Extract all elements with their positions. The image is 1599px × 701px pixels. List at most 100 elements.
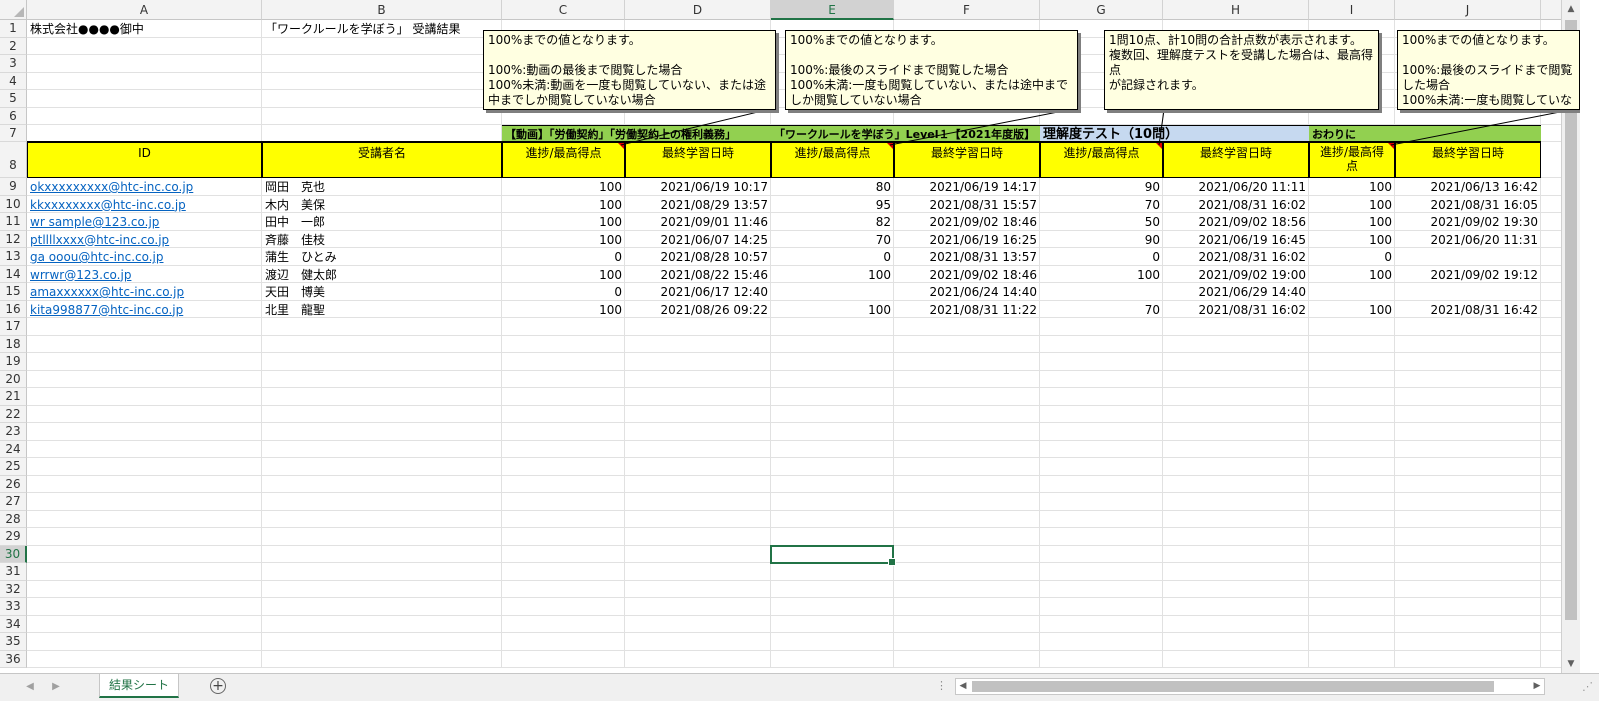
row-header-30[interactable]: 30 (0, 545, 27, 563)
row-header-23[interactable]: 23 (0, 423, 27, 441)
column-header-b[interactable]: B (262, 0, 502, 20)
record-cell-e[interactable]: 70 (771, 231, 894, 249)
row-header-4[interactable]: 4 (0, 72, 27, 90)
record-cell-g[interactable]: 70 (1040, 301, 1163, 319)
row-header-5[interactable]: 5 (0, 90, 27, 108)
row-header-2[interactable]: 2 (0, 37, 27, 55)
record-cell-name[interactable]: 斉藤 佳枝 (262, 231, 502, 249)
cell-comment-note[interactable]: 100%までの値となります。 100%:動画の最後まで閲覧した場合 100%未満… (483, 30, 776, 110)
record-cell-i[interactable]: 100 (1309, 196, 1395, 214)
row-header-15[interactable]: 15 (0, 283, 27, 301)
column-label-h[interactable]: 最終学習日時 (1163, 142, 1309, 178)
record-cell-e[interactable] (771, 283, 894, 301)
row-header-21[interactable]: 21 (0, 388, 27, 406)
record-cell-f[interactable]: 2021/09/02 18:46 (894, 266, 1040, 284)
column-label-e[interactable]: 進捗/最高得点 (771, 142, 894, 178)
row-header-19[interactable]: 19 (0, 353, 27, 371)
row-header-33[interactable]: 33 (0, 598, 27, 616)
record-cell-h[interactable]: 2021/06/19 16:45 (1163, 231, 1309, 249)
record-cell-h[interactable]: 2021/08/31 16:02 (1163, 301, 1309, 319)
record-cell-d[interactable]: 2021/06/17 12:40 (625, 283, 771, 301)
section-level1-header[interactable]: 「ワークルールを学ぼう」Level１【2021年度版】 (771, 125, 1040, 142)
row-header-32[interactable]: 32 (0, 580, 27, 598)
column-header-c[interactable]: C (502, 0, 625, 20)
record-cell-d[interactable]: 2021/09/01 11:46 (625, 213, 771, 231)
record-id-link[interactable]: wr sample@123.co.jp (27, 213, 262, 231)
record-cell-d[interactable]: 2021/06/07 14:25 (625, 231, 771, 249)
spreadsheet-grid[interactable]: ABCDEFGHIJ 1 2 3 4 5 6 7 8 9 10 11 12 13 14 15 16 17 18 19… (0, 0, 1580, 673)
row-header-3[interactable]: 3 (0, 55, 27, 73)
row-header-16[interactable]: 16 (0, 300, 27, 318)
row-header-11[interactable]: 11 (0, 213, 27, 231)
record-id-link[interactable]: kita998877@htc-inc.co.jp (27, 301, 262, 319)
record-cell-j[interactable]: 2021/09/02 19:12 (1395, 266, 1541, 284)
row-header-6[interactable]: 6 (0, 107, 27, 125)
record-cell-c[interactable]: 0 (502, 248, 625, 266)
record-cell-c[interactable]: 100 (502, 266, 625, 284)
record-cell-h[interactable]: 2021/09/02 19:00 (1163, 266, 1309, 284)
record-cell-d[interactable]: 2021/08/26 09:22 (625, 301, 771, 319)
scroll-down-icon[interactable]: ▼ (1562, 655, 1580, 673)
row-header-20[interactable]: 20 (0, 370, 27, 388)
scroll-right-icon[interactable]: ▶ (1530, 679, 1544, 694)
column-label-i[interactable]: 進捗/最高得 点 (1309, 142, 1395, 178)
record-cell-g[interactable]: 0 (1040, 248, 1163, 266)
fill-handle[interactable] (888, 558, 896, 566)
row-header-13[interactable]: 13 (0, 248, 27, 266)
record-cell-name[interactable]: 木内 美保 (262, 196, 502, 214)
record-id-link[interactable]: kkxxxxxxxx@htc-inc.co.jp (27, 196, 262, 214)
row-header-7[interactable]: 7 (0, 125, 27, 142)
record-cell-c[interactable]: 100 (502, 213, 625, 231)
column-label-g[interactable]: 進捗/最高得点 (1040, 142, 1163, 178)
record-id-link[interactable]: amaxxxxxx@htc-inc.co.jp (27, 283, 262, 301)
column-label-f[interactable]: 最終学習日時 (894, 142, 1040, 178)
record-id-link[interactable]: wrrwr@123.co.jp (27, 266, 262, 284)
record-cell-name[interactable]: 渡辺 健太郎 (262, 266, 502, 284)
record-cell-g[interactable]: 70 (1040, 196, 1163, 214)
row-header-8[interactable]: 8 (0, 142, 27, 178)
row-header-26[interactable]: 26 (0, 475, 27, 493)
record-cell-name[interactable]: 天田 博美 (262, 283, 502, 301)
record-cell-e[interactable]: 100 (771, 266, 894, 284)
row-header-18[interactable]: 18 (0, 335, 27, 353)
prev-sheet-icon[interactable]: ◀ (22, 680, 38, 694)
record-cell-c[interactable]: 0 (502, 283, 625, 301)
record-cell-f[interactable]: 2021/06/19 14:17 (894, 178, 1040, 196)
row-header-25[interactable]: 25 (0, 458, 27, 476)
record-cell-c[interactable]: 100 (502, 301, 625, 319)
row-header-1[interactable]: 1 (0, 20, 27, 38)
comment-indicator-icon[interactable] (1388, 143, 1394, 149)
column-header-d[interactable]: D (625, 0, 771, 20)
record-cell-e[interactable]: 82 (771, 213, 894, 231)
record-cell-g[interactable]: 50 (1040, 213, 1163, 231)
record-cell-name[interactable]: 北里 龍聖 (262, 301, 502, 319)
record-cell-h[interactable]: 2021/06/20 11:11 (1163, 178, 1309, 196)
record-cell-i[interactable]: 0 (1309, 248, 1395, 266)
row-header-10[interactable]: 10 (0, 195, 27, 213)
record-cell-e[interactable]: 95 (771, 196, 894, 214)
record-cell-c[interactable]: 100 (502, 196, 625, 214)
row-header-22[interactable]: 22 (0, 405, 27, 423)
column-header-e[interactable]: E (771, 0, 894, 20)
section-test-header[interactable]: 理解度テスト（10問） (1040, 125, 1309, 142)
row-header-28[interactable]: 28 (0, 510, 27, 528)
column-header-j[interactable]: J (1395, 0, 1541, 20)
record-cell-i[interactable]: 100 (1309, 231, 1395, 249)
record-cell-j[interactable]: 2021/09/02 19:30 (1395, 213, 1541, 231)
tab-splitter-icon[interactable]: ⋮ (936, 679, 947, 692)
record-cell-f[interactable]: 2021/08/31 11:22 (894, 301, 1040, 319)
selected-cell[interactable] (770, 544, 896, 566)
record-cell-j[interactable] (1395, 248, 1541, 266)
column-header-f[interactable]: F (894, 0, 1040, 20)
record-cell-h[interactable]: 2021/06/29 14:40 (1163, 283, 1309, 301)
record-cell-j[interactable]: 2021/06/13 16:42 (1395, 178, 1541, 196)
vertical-scroll-thumb[interactable] (1565, 20, 1577, 620)
record-cell-f[interactable]: 2021/06/19 16:25 (894, 231, 1040, 249)
record-cell-e[interactable]: 80 (771, 178, 894, 196)
row-header-14[interactable]: 14 (0, 265, 27, 283)
row-header-9[interactable]: 9 (0, 178, 27, 196)
record-cell-d[interactable]: 2021/08/22 15:46 (625, 266, 771, 284)
record-cell-g[interactable]: 90 (1040, 231, 1163, 249)
record-cell-d[interactable]: 2021/08/28 10:57 (625, 248, 771, 266)
comment-indicator-icon[interactable] (1156, 143, 1162, 149)
